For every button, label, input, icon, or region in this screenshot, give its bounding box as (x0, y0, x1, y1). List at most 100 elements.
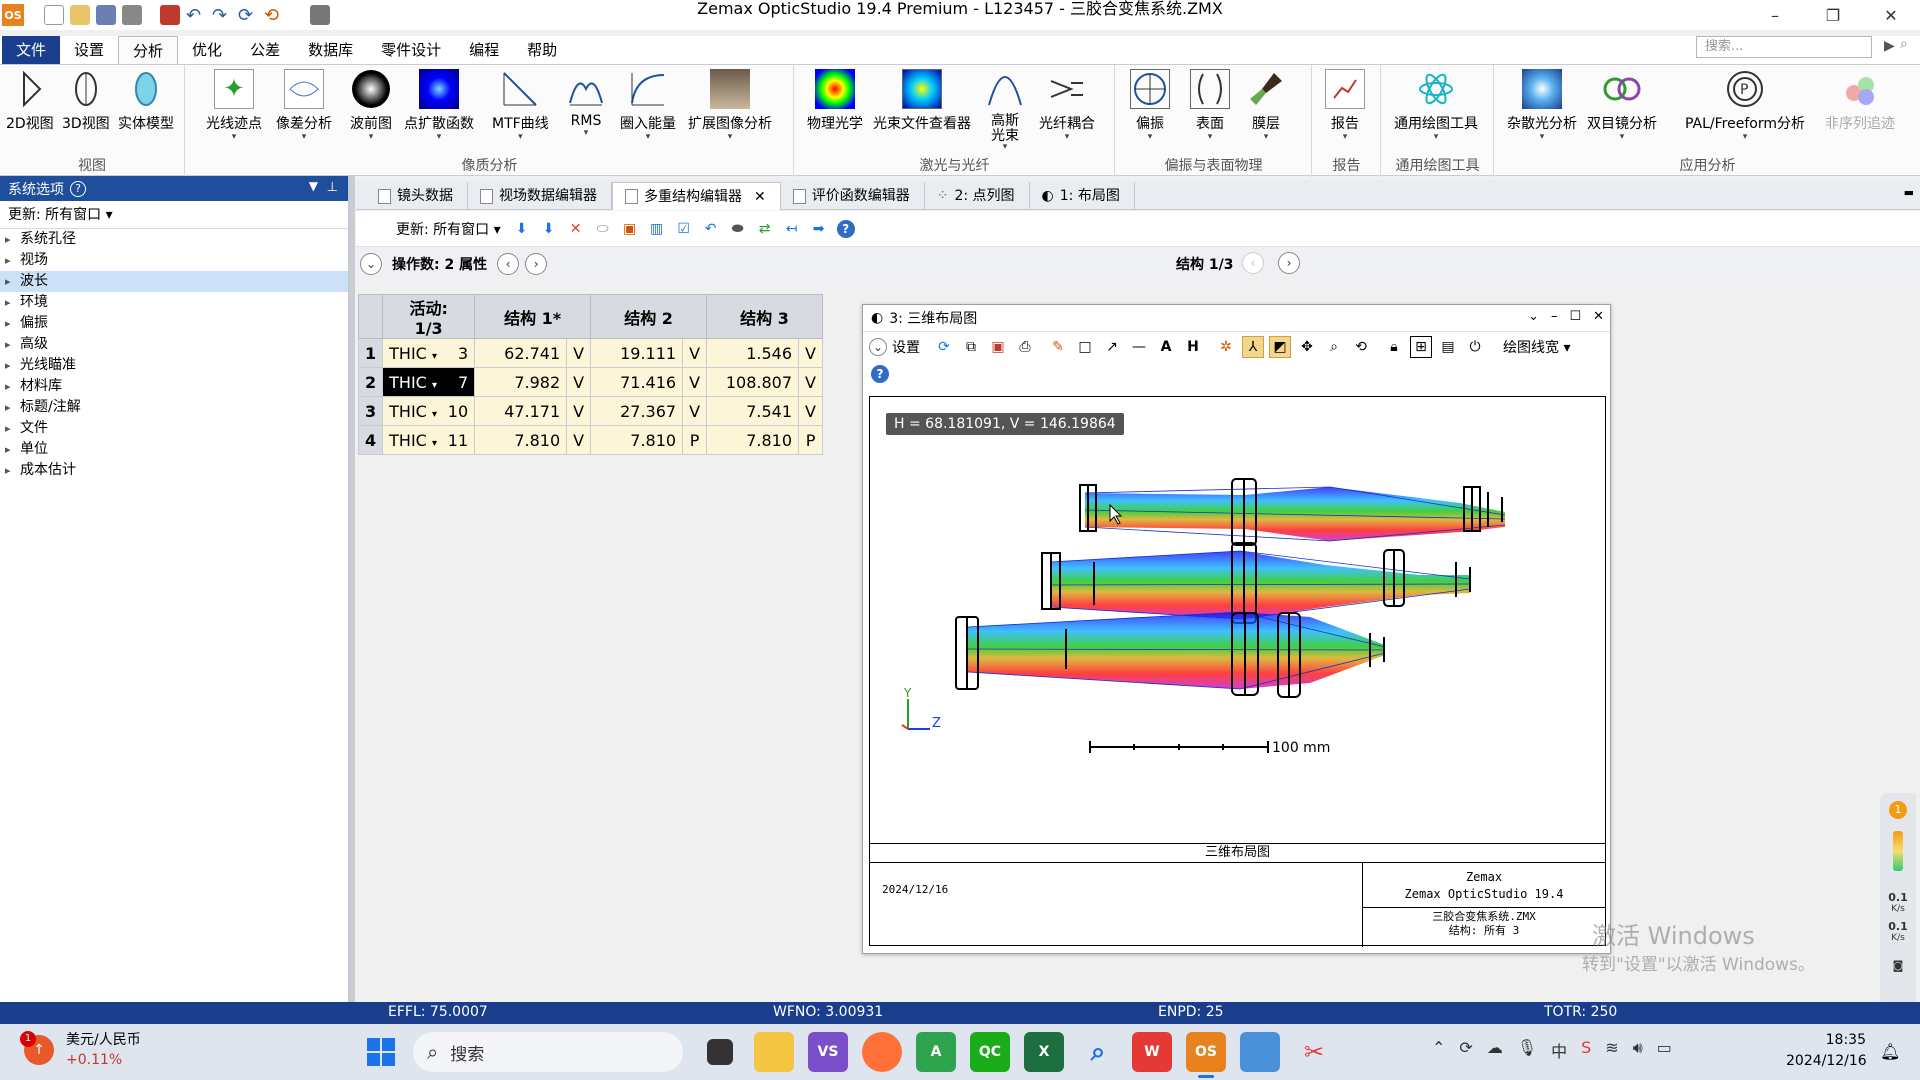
tab-field-data-editor[interactable]: 视场数据编辑器 (468, 182, 612, 210)
solve-flag[interactable]: V (682, 367, 708, 397)
gaussian-beam-button[interactable]: 高斯 光束 ▾ (985, 69, 1025, 152)
search-app-icon[interactable]: ⌕ (1078, 1032, 1118, 1072)
column-header[interactable]: 结构 3 (706, 294, 823, 339)
excel-icon[interactable]: X (1024, 1032, 1064, 1072)
menu-file[interactable]: 文件 (2, 36, 61, 64)
prev-config-button[interactable]: ‹ (1242, 252, 1264, 274)
redo-icon[interactable]: ↷ (212, 5, 232, 26)
sync-icon[interactable]: ⟳ (1459, 1038, 1472, 1062)
prev-operand-icon[interactable]: ‹ (497, 253, 520, 275)
tab-spot-diagram[interactable]: ⁘ 2: 点列图 (925, 182, 1030, 210)
value-cell[interactable]: 47.171 (474, 396, 568, 426)
help-icon[interactable]: ? (836, 219, 856, 239)
next-operand-icon[interactable]: › (525, 253, 548, 275)
save-icon[interactable] (96, 5, 116, 25)
cloud-icon[interactable]: ☁ (1487, 1038, 1503, 1062)
solve-flag[interactable]: V (566, 338, 592, 368)
3d-view-button[interactable]: 3D视图 (62, 69, 110, 133)
snipping-tool-icon[interactable]: ✂ (1294, 1032, 1334, 1072)
menu-libraries[interactable]: 数据库 (294, 36, 367, 64)
prev-config-icon[interactable]: ↤ (782, 219, 802, 239)
value-cell[interactable]: 62.741 (474, 338, 568, 368)
reset-view-icon[interactable]: ⟲ (1350, 336, 1372, 358)
tree-item-aperture[interactable]: 系统孔径 (0, 229, 348, 250)
undo-icon[interactable]: ↶ (186, 5, 206, 26)
value-cell[interactable]: 19.111 (590, 338, 684, 368)
undo-edit-icon[interactable]: ↶ (701, 219, 721, 239)
layout-plot[interactable]: H = 68.181091, V = 146.19864 100 mm Y Z … (869, 396, 1606, 947)
column-header[interactable]: 结构 1* (474, 294, 592, 339)
search-icon[interactable]: ⌕ (1900, 36, 1918, 56)
mtf-button[interactable]: MTF曲线 ▾ (492, 69, 549, 142)
psf-button[interactable]: 点扩散函数 ▾ (404, 69, 474, 142)
tab-overflow-icon[interactable]: ▬ (1904, 186, 1914, 199)
menu-analysis[interactable]: 分析 (118, 36, 179, 64)
open-file-icon[interactable] (70, 5, 90, 25)
operand-cell[interactable]: THIC ▾ 10 (382, 396, 476, 426)
value-cell[interactable]: 7.541 (706, 396, 800, 426)
solve-flag[interactable]: V (566, 367, 592, 397)
tree-item-title-notes[interactable]: 标题/注解 (0, 397, 348, 418)
close-tab-icon[interactable]: ✕ (754, 183, 766, 211)
tree-item-files[interactable]: 文件 (0, 418, 348, 439)
app-logo[interactable]: OS (2, 4, 24, 26)
stray-light-button[interactable]: 杂散光分析 ▾ (1507, 69, 1577, 142)
tab-lens-data[interactable]: 镜头数据 (366, 182, 468, 210)
pencil-icon[interactable]: ✎ (1047, 336, 1069, 358)
menu-optimize[interactable]: 优化 (178, 36, 236, 64)
next-config-button[interactable]: › (1278, 252, 1300, 274)
close-icon[interactable]: ✕ (1593, 309, 1604, 324)
restore-button[interactable]: ❐ (1804, 0, 1862, 30)
menu-programming[interactable]: 编程 (455, 36, 513, 64)
value-cell[interactable]: 7.810 (474, 425, 568, 455)
refresh-icon[interactable]: ⟳ (238, 5, 258, 26)
mce-update-dropdown[interactable]: 更新: 所有窗口 ▾ (396, 219, 501, 239)
operand-cell[interactable]: THIC ▾ 3 (382, 338, 476, 368)
fiber-coupling-button[interactable]: 光纤耦合 ▾ (1039, 69, 1095, 142)
chart-app-icon[interactable] (1240, 1032, 1280, 1072)
settings-button[interactable]: 设置 (892, 337, 920, 357)
help-icon[interactable]: ? (70, 180, 86, 197)
solve-flag[interactable]: V (682, 338, 708, 368)
collapse-icon[interactable]: ⌄ (360, 253, 382, 275)
solve-flag[interactable]: P (682, 425, 708, 455)
save-as-icon[interactable] (160, 5, 180, 25)
layout-window-titlebar[interactable]: ◐ 3: 三维布局图 ⌄ – ☐ ✕ (863, 305, 1610, 332)
settings-toggle-icon[interactable]: ⌄ (869, 338, 887, 356)
print-icon[interactable]: ⎙ (1014, 336, 1036, 358)
tree-item-ray-aiming[interactable]: 光线瞄准 (0, 355, 348, 376)
solve-flag[interactable]: V (566, 425, 592, 455)
solve-flag[interactable]: V (566, 396, 592, 426)
universal-plot-button[interactable]: 通用绘图工具 ▾ (1394, 69, 1478, 142)
value-cell[interactable]: 71.416 (590, 367, 684, 397)
camera-icon[interactable]: ◙ (1880, 959, 1916, 972)
print-icon[interactable] (122, 5, 142, 25)
operand-cell[interactable]: THIC ▾ 11 (382, 425, 476, 455)
refresh-icon[interactable]: ⟳ (933, 336, 955, 358)
notification-bell-icon[interactable]: 🔔︎ (1880, 1042, 1900, 1061)
layout-grid-icon[interactable]: ⊞ (1410, 336, 1432, 358)
pickup-icon[interactable]: ▥ (647, 219, 667, 239)
axis-icon[interactable]: ⅄ (1242, 336, 1264, 358)
close-button[interactable]: ✕ (1862, 0, 1920, 30)
antivirus-icon[interactable]: S (1581, 1038, 1591, 1062)
line-icon[interactable]: — (1128, 336, 1150, 358)
extended-scene-button[interactable]: 扩展图像分析 ▾ (688, 69, 772, 142)
2d-view-button[interactable]: 2D视图 (6, 69, 54, 133)
menu-part-designer[interactable]: 零件设计 (367, 36, 455, 64)
value-cell[interactable]: 108.807 (706, 367, 800, 397)
app-a-icon[interactable]: A (916, 1032, 956, 1072)
rms-button[interactable]: RMS ▾ (566, 69, 606, 138)
volume-icon[interactable]: 🔊︎ (1633, 1038, 1643, 1062)
next-config-icon[interactable]: ➡ (809, 219, 829, 239)
column-header[interactable]: 结构 2 (590, 294, 708, 339)
wps-icon[interactable]: W (1132, 1032, 1172, 1072)
pan-icon[interactable]: ✥ (1296, 336, 1318, 358)
copy-icon[interactable]: ⧉ (960, 336, 982, 358)
tree-item-polarization[interactable]: 偏振 (0, 313, 348, 334)
aberrations-button[interactable]: 像差分析 ▾ (276, 69, 332, 142)
start-button[interactable] (367, 1038, 395, 1066)
toggle-icon[interactable]: ⬬ (728, 219, 748, 239)
polarization-button[interactable]: 偏振 ▾ (1130, 69, 1170, 142)
tab-layout[interactable]: ◐ 1: 布局图 (1030, 182, 1135, 210)
